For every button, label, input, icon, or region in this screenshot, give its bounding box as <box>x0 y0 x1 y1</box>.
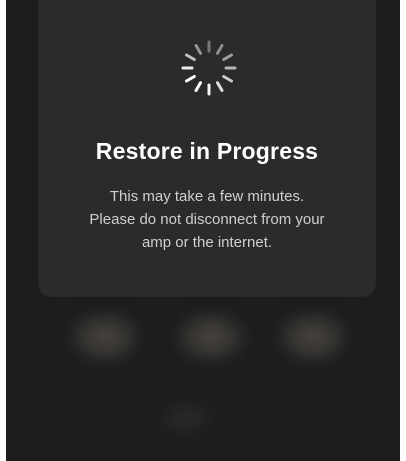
blurred-background-tile <box>276 310 350 364</box>
dialog-message: This may take a few minutes. Please do n… <box>53 185 361 254</box>
blurred-background-tile <box>156 400 216 436</box>
blurred-background-tile <box>68 310 142 364</box>
restore-progress-dialog: Restore in Progress This may take a few … <box>39 0 375 296</box>
message-line: This may take a few minutes. <box>109 188 305 205</box>
message-line: Please do not disconnect from your <box>89 211 325 228</box>
message-line: amp or the internet. <box>141 234 273 251</box>
dialog-title: Restore in Progress <box>95 138 319 164</box>
blurred-background-tile <box>174 310 248 364</box>
app-screen: Restore in Progress This may take a few … <box>6 0 400 461</box>
loading-spinner-icon <box>181 40 237 96</box>
